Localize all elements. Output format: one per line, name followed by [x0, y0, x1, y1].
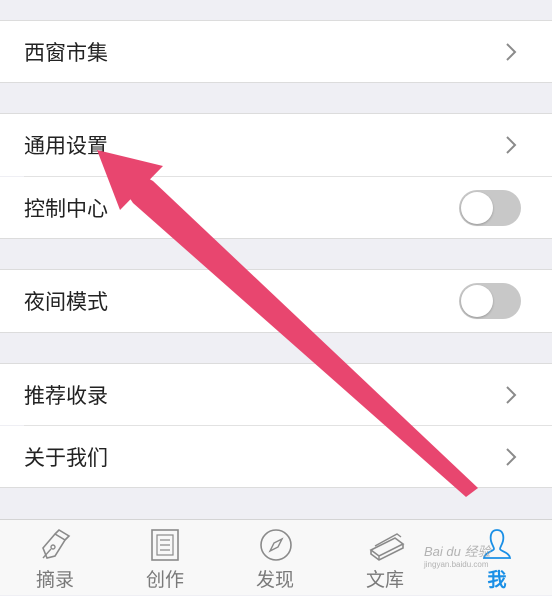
annotation-arrow — [97, 150, 478, 497]
